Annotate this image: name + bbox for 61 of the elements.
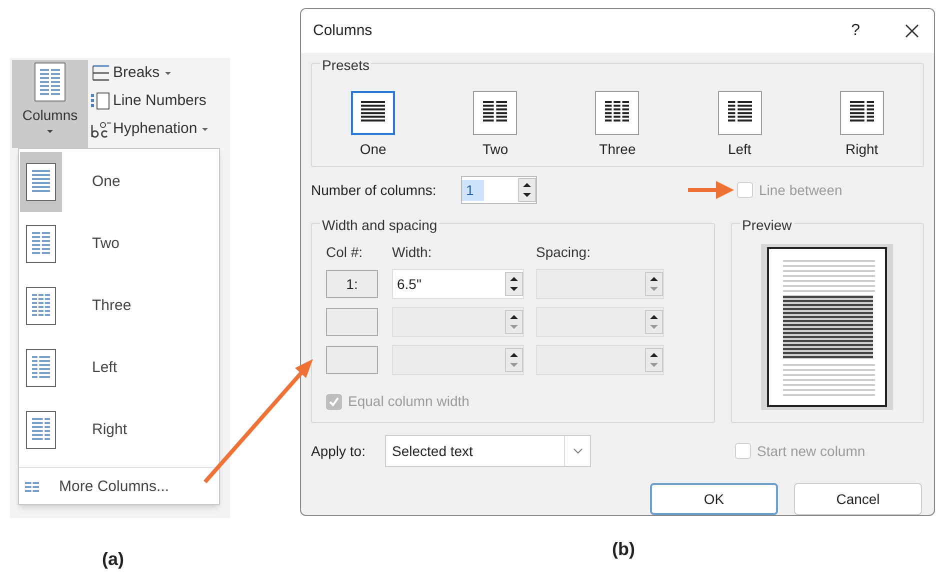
spinner-arrows-icon bbox=[505, 272, 523, 296]
columns-icon bbox=[26, 163, 56, 201]
close-icon bbox=[904, 23, 920, 39]
dialog-button[interactable]: OK bbox=[650, 483, 778, 515]
preset-option[interactable]: One bbox=[351, 91, 396, 160]
spacing-field[interactable] bbox=[536, 345, 664, 375]
columns-icon bbox=[26, 349, 56, 387]
ribbon-command[interactable]: Breaks bbox=[90, 62, 208, 84]
arrow bbox=[688, 181, 734, 199]
check-icon bbox=[328, 396, 340, 407]
columns-icon bbox=[26, 287, 56, 325]
spinner-arrows-icon bbox=[518, 178, 536, 202]
checkbox-label: Equal column width bbox=[348, 392, 470, 411]
dialog-button[interactable]: Cancel bbox=[794, 483, 922, 515]
preset-option[interactable]: Left bbox=[718, 91, 762, 160]
field-label: Number of columns: bbox=[311, 180, 438, 200]
spacing-field[interactable] bbox=[536, 269, 664, 299]
column-header: Width: bbox=[392, 243, 433, 262]
width-field[interactable]: 6.5" bbox=[392, 269, 524, 299]
field-label: Apply to: bbox=[311, 442, 366, 461]
menu-item[interactable]: Right bbox=[19, 399, 219, 461]
caret-icon bbox=[164, 72, 171, 74]
spinner-field[interactable]: 1 bbox=[461, 176, 537, 204]
columns-button[interactable]: Columns bbox=[12, 60, 88, 148]
column-header: Spacing: bbox=[536, 243, 590, 262]
menu-item[interactable]: One bbox=[19, 151, 219, 213]
spinner-arrows-icon bbox=[505, 348, 523, 372]
spinner-arrows-icon bbox=[505, 310, 523, 334]
menu-item[interactable]: Three bbox=[19, 275, 219, 337]
column-number bbox=[326, 346, 378, 374]
ribbon-command[interactable]: Hyphenation bbox=[90, 118, 208, 140]
breaks-icon bbox=[90, 63, 111, 83]
menu-item[interactable]: Two bbox=[19, 213, 219, 275]
window-title: Columns bbox=[313, 20, 372, 41]
spinner-arrows-icon bbox=[645, 272, 663, 296]
line-numbers-icon bbox=[90, 91, 111, 111]
menu-item[interactable]: More Columns... bbox=[19, 466, 219, 498]
caret-icon bbox=[47, 130, 53, 133]
figure-caption: (b) bbox=[612, 538, 636, 561]
figure-caption: (a) bbox=[102, 548, 125, 571]
caret-icon bbox=[202, 128, 208, 130]
spinner-arrows-icon bbox=[645, 310, 663, 334]
columns-icon bbox=[34, 62, 66, 102]
menu-item[interactable]: Left bbox=[19, 337, 219, 399]
ribbon-command[interactable]: Line Numbers bbox=[90, 90, 208, 112]
dropdown[interactable]: Selected text bbox=[385, 435, 591, 467]
spacing-field[interactable] bbox=[536, 307, 664, 337]
hyphenation-icon bbox=[90, 119, 111, 139]
checkbox-label: Line between bbox=[759, 180, 842, 200]
preset-option[interactable]: Three bbox=[595, 91, 640, 160]
column-number: 1: bbox=[326, 270, 378, 298]
checkbox-label: Start new column bbox=[757, 442, 866, 460]
spinner-arrows-icon bbox=[645, 348, 663, 372]
help-button[interactable]: ? bbox=[841, 19, 870, 43]
columns-icon bbox=[26, 411, 56, 449]
preset-option[interactable]: Two bbox=[473, 91, 518, 160]
preset-option[interactable]: Right bbox=[840, 91, 884, 160]
columns-icon bbox=[26, 225, 56, 263]
column-number bbox=[326, 308, 378, 336]
columns-icon bbox=[25, 480, 39, 493]
column-header: Col #: bbox=[326, 243, 364, 262]
